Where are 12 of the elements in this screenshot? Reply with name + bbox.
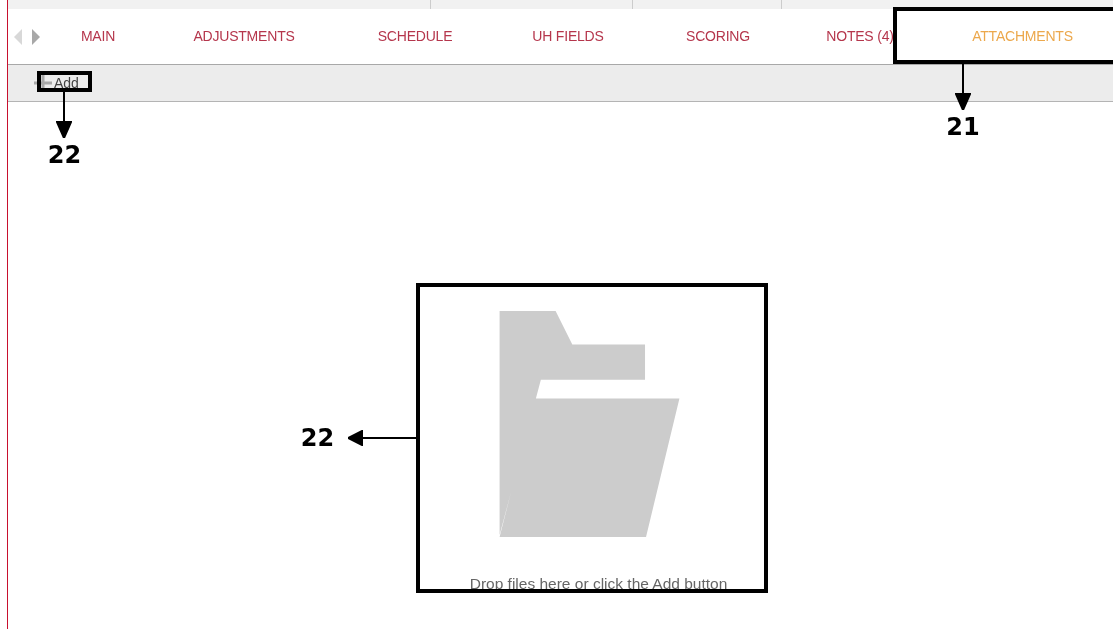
- tab[interactable]: MAIN: [50, 9, 146, 64]
- drop-hint: Drop files here or click the Add button: [469, 575, 728, 593]
- callout-number: 22: [46, 140, 83, 171]
- tab[interactable]: NOTES (4): [788, 9, 932, 64]
- callout-number: 21: [945, 112, 981, 143]
- drop-zone[interactable]: Drop files here or click the Add button: [407, 283, 760, 593]
- tab[interactable]: SCHEDULE: [342, 9, 488, 64]
- tab[interactable]: UH FIELDS: [488, 9, 648, 64]
- tab[interactable]: SCORING: [648, 9, 788, 64]
- tab[interactable]: ADJUSTMENTS: [146, 9, 342, 64]
- add-button[interactable]: Add: [34, 74, 79, 92]
- callout-number: 22: [299, 423, 336, 454]
